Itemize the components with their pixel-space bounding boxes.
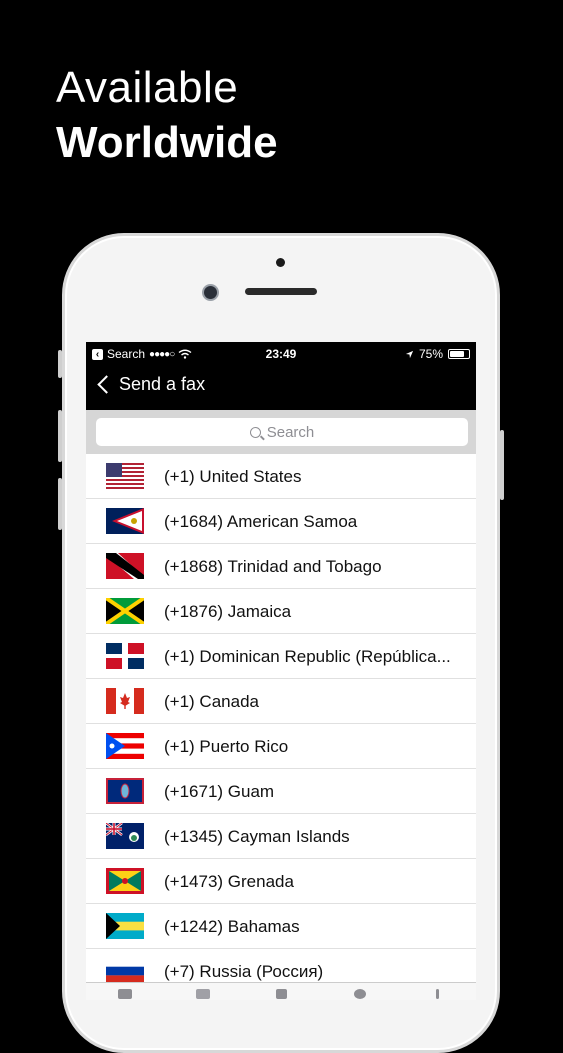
american-samoa-flag-icon bbox=[106, 508, 144, 534]
country-row[interactable]: (+1) Canada bbox=[86, 679, 476, 724]
country-label: (+1) Puerto Rico bbox=[164, 737, 289, 756]
country-label: (+1) Dominican Republic (República... bbox=[164, 647, 451, 666]
search-icon bbox=[249, 426, 261, 438]
volume-up-button bbox=[58, 410, 62, 462]
country-label: (+1) United States bbox=[164, 467, 302, 486]
country-row[interactable]: (+1876) Jamaica bbox=[86, 589, 476, 634]
search-bar: Search bbox=[86, 410, 476, 454]
power-button bbox=[500, 430, 504, 500]
front-sensor bbox=[276, 258, 285, 267]
country-label: (+1684) American Samoa bbox=[164, 512, 358, 531]
location-icon bbox=[405, 350, 414, 358]
country-row[interactable]: (+1242) Bahamas bbox=[86, 904, 476, 949]
earpiece-speaker bbox=[245, 288, 317, 295]
country-label: (+1868) Trinidad and Tobago bbox=[164, 557, 382, 576]
country-row[interactable]: (+1684) American Samoa bbox=[86, 499, 476, 544]
history-tab-icon[interactable] bbox=[354, 989, 366, 999]
country-label: (+1671) Guam bbox=[164, 782, 275, 801]
headline-line2: Worldwide bbox=[56, 118, 278, 167]
mute-switch bbox=[58, 350, 62, 378]
country-row[interactable]: (+1345) Cayman Islands bbox=[86, 814, 476, 859]
headline: Available Worldwide bbox=[56, 62, 278, 172]
search-placeholder: Search bbox=[266, 423, 315, 441]
country-label: (+1) Canada bbox=[164, 692, 259, 711]
tab-bar bbox=[86, 982, 476, 1000]
back-button-label: Send a fax bbox=[119, 374, 206, 394]
send-tab-icon[interactable] bbox=[196, 989, 210, 999]
search-input[interactable]: Search bbox=[96, 418, 468, 446]
jamaica-flag-icon bbox=[106, 598, 144, 624]
country-list: (+1) United States (+1684) American Samo… bbox=[86, 454, 476, 994]
country-row[interactable]: (+1868) Trinidad and Tobago bbox=[86, 544, 476, 589]
country-row[interactable]: (+1) Puerto Rico bbox=[86, 724, 476, 769]
bahamas-flag-icon bbox=[106, 913, 144, 939]
battery-percent: 75% bbox=[418, 347, 443, 361]
document-tab-icon[interactable] bbox=[276, 989, 287, 999]
battery-icon bbox=[448, 349, 470, 359]
back-button[interactable]: Send a fax bbox=[96, 374, 205, 395]
puerto-rico-flag-icon bbox=[106, 733, 144, 759]
cayman-flag-icon bbox=[106, 823, 144, 849]
us-flag-icon bbox=[106, 463, 144, 489]
navigation-bar: Send a fax bbox=[86, 366, 476, 410]
country-row[interactable]: (+1) United States bbox=[86, 454, 476, 499]
info-tab-icon[interactable] bbox=[436, 989, 439, 999]
fax-tab-icon[interactable] bbox=[118, 989, 132, 999]
chevron-left-icon bbox=[97, 375, 116, 394]
country-label: (+1345) Cayman Islands bbox=[164, 827, 350, 846]
country-row[interactable]: (+1473) Grenada bbox=[86, 859, 476, 904]
dominican-flag-icon bbox=[106, 643, 144, 669]
country-row[interactable]: (+1) Dominican Republic (República... bbox=[86, 634, 476, 679]
country-label: (+1242) Bahamas bbox=[164, 917, 300, 936]
canada-flag-icon bbox=[106, 688, 144, 714]
app-screen: ‹ Search ●●●●○ 23:49 75% Send a fax Sear… bbox=[86, 342, 476, 1000]
headline-line1: Available bbox=[56, 63, 239, 112]
country-label: (+1876) Jamaica bbox=[164, 602, 292, 621]
trinidad-flag-icon bbox=[106, 553, 144, 579]
front-camera bbox=[202, 284, 219, 301]
russia-flag-icon bbox=[106, 958, 144, 984]
country-label: (+1473) Grenada bbox=[164, 872, 294, 891]
volume-down-button bbox=[58, 478, 62, 530]
guam-flag-icon bbox=[106, 778, 144, 804]
grenada-flag-icon bbox=[106, 868, 144, 894]
country-row[interactable]: (+1671) Guam bbox=[86, 769, 476, 814]
status-bar: ‹ Search ●●●●○ 23:49 75% bbox=[86, 342, 476, 366]
